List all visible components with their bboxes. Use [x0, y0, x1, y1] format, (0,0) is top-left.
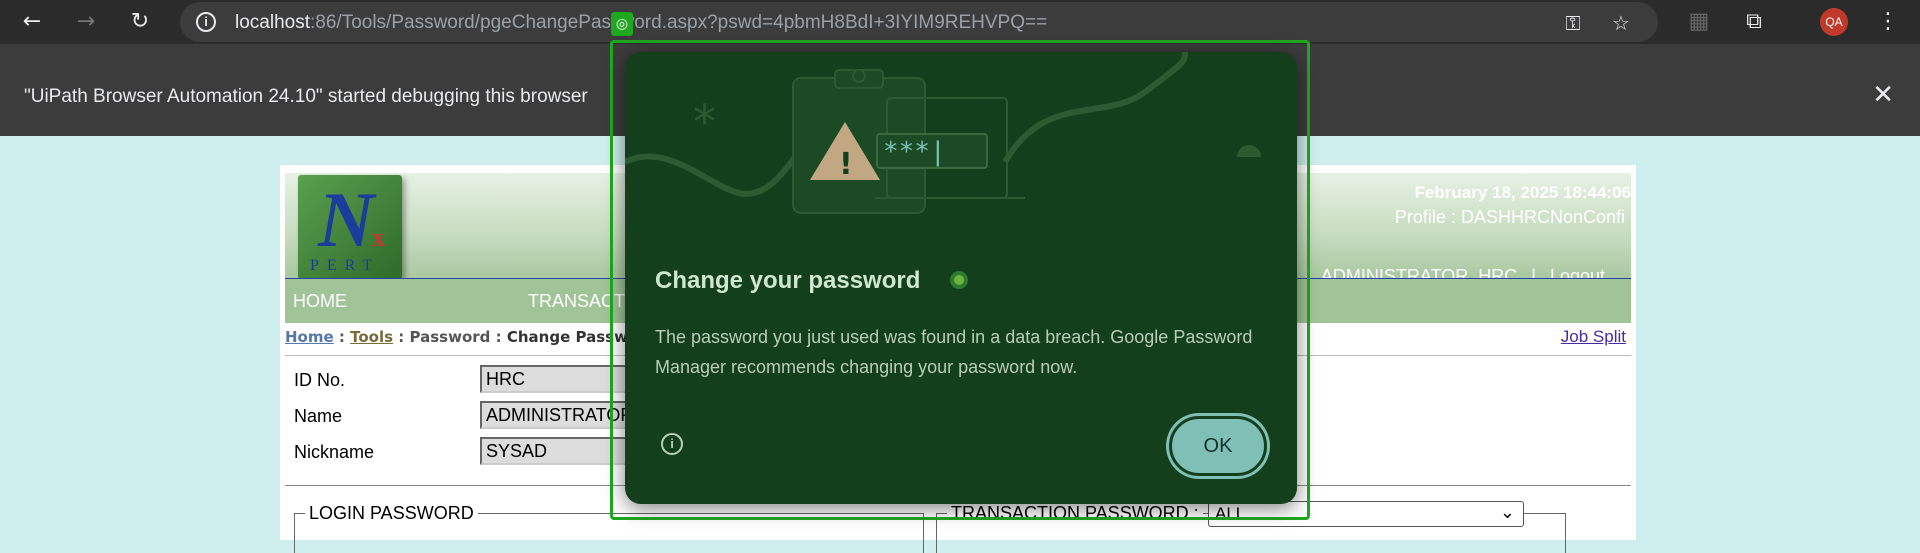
puzzle-icon[interactable]: ⧉: [1738, 6, 1770, 38]
dialog-title: Change your password: [655, 267, 921, 294]
chevron-down-icon: ⌄: [1499, 502, 1515, 523]
svg-text:*: *: [693, 95, 716, 149]
browser-toolbar: ← → ↻ i localhost:86/Tools/Password/pgeC…: [0, 0, 1920, 44]
close-icon[interactable]: ✕: [1872, 80, 1894, 110]
avatar[interactable]: QA: [1820, 8, 1848, 36]
menu-home[interactable]: HOME: [293, 291, 347, 312]
info-icon[interactable]: i: [661, 433, 683, 455]
breadcrumb-password: Password: [409, 328, 491, 346]
datetime: February 18, 2025 18:44:06: [1414, 183, 1631, 202]
password-breach-dialog: * ***| ! Change your password The passwo…: [625, 52, 1297, 504]
logo: N x PERT: [298, 175, 402, 279]
star-icon[interactable]: ☆: [1608, 10, 1634, 36]
password-illustration: * ***| !: [625, 52, 1261, 214]
kebab-menu-icon[interactable]: ⋮: [1872, 6, 1904, 38]
job-split-link[interactable]: Job Split: [1561, 327, 1626, 347]
reload-icon[interactable]: ↻: [124, 6, 156, 38]
back-arrow-icon[interactable]: ←: [16, 6, 48, 38]
profile-label: Profile : DASHHRCNonConfi: [1394, 207, 1625, 227]
login-password-legend: LOGIN PASSWORD: [305, 503, 478, 524]
debug-banner-text: "UiPath Browser Automation 24.10" starte…: [24, 86, 588, 107]
id-label: ID No.: [294, 370, 346, 390]
ok-button[interactable]: OK: [1169, 416, 1267, 476]
breadcrumb: Home : Tools : Password : Change Passwor…: [285, 328, 657, 346]
site-info-icon[interactable]: i: [196, 12, 216, 32]
address-bar[interactable]: i localhost:86/Tools/Password/pgeChangeP…: [180, 2, 1658, 42]
dialog-message: The password you just used was found in …: [655, 327, 1253, 377]
key-icon[interactable]: ⚿: [1560, 10, 1586, 36]
status-dot-icon: [950, 271, 968, 289]
breadcrumb-tools[interactable]: Tools: [350, 328, 393, 346]
target-icon: ◎: [611, 12, 633, 36]
masked-password-text: ***|: [883, 137, 946, 167]
name-label: Name: [294, 406, 343, 426]
url-text[interactable]: localhost:86/Tools/Password/pgeChangePas…: [235, 12, 1047, 34]
svg-text:!: !: [839, 147, 853, 182]
nickname-label: Nickname: [294, 442, 375, 462]
forward-arrow-icon[interactable]: →: [70, 6, 102, 38]
extensions-icon[interactable]: ▦: [1683, 6, 1715, 38]
breadcrumb-home[interactable]: Home: [285, 328, 334, 346]
